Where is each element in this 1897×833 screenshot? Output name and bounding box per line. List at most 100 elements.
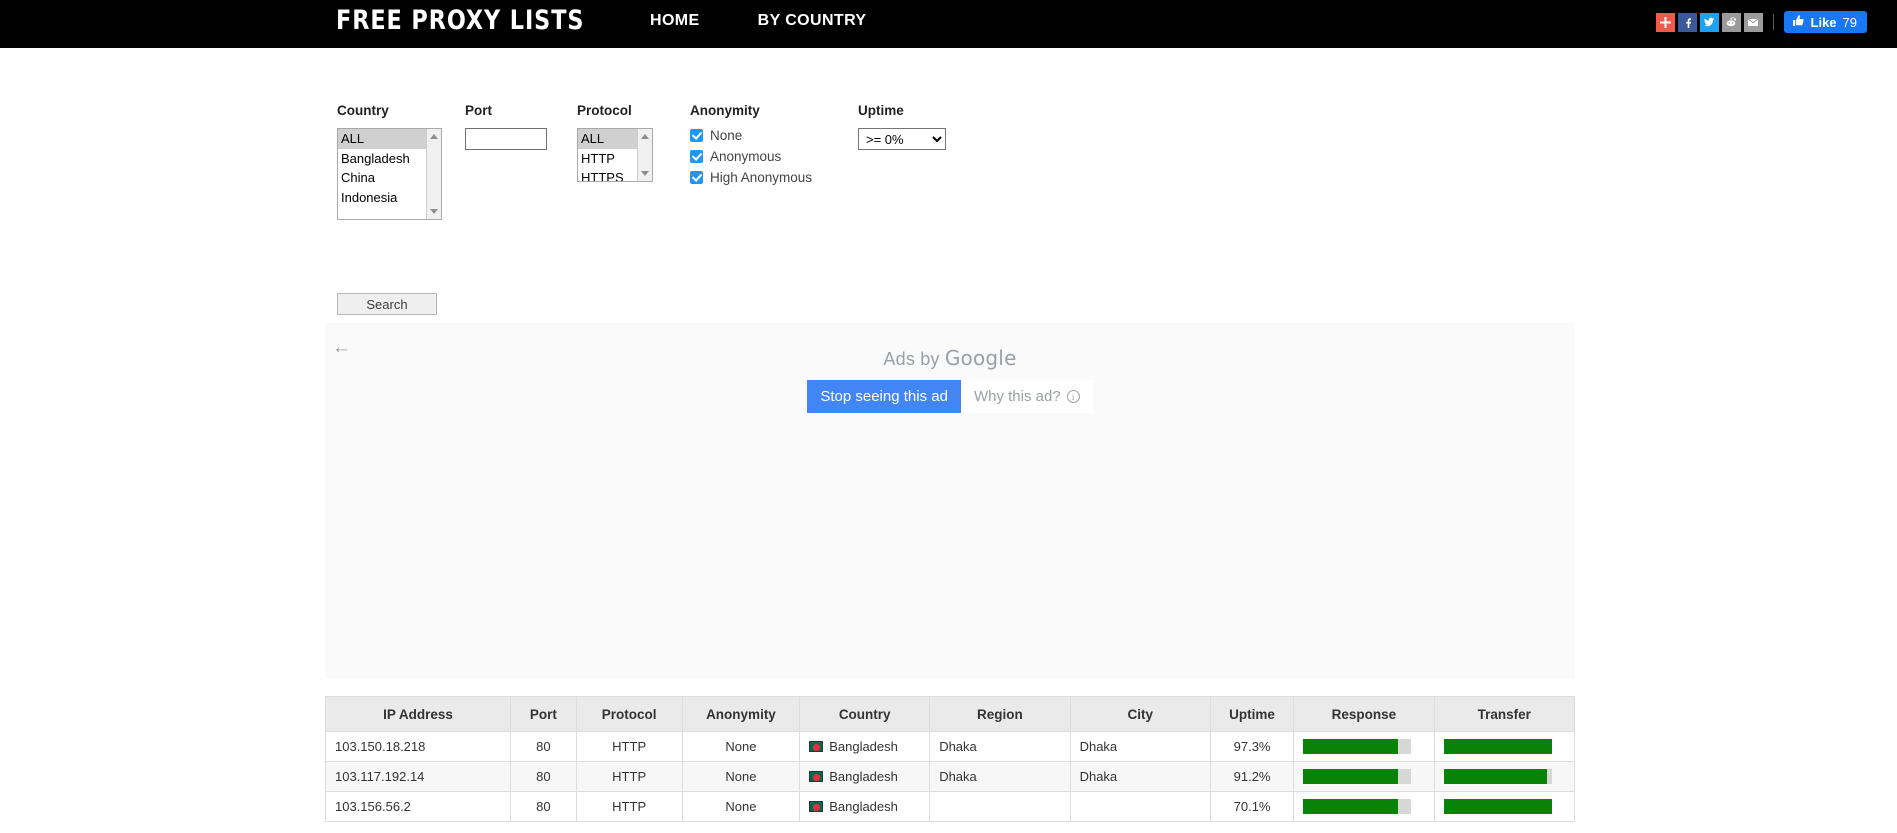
cell-port: 80 <box>510 731 577 762</box>
email-share-icon[interactable] <box>1743 12 1763 32</box>
like-count: 79 <box>1842 14 1857 30</box>
cell-transfer <box>1433 791 1576 822</box>
uptime-filter: Uptime >= 0% >= 25% >= 50% >= 75% >= 90% <box>858 103 946 150</box>
cell-country: Bangladesh <box>799 731 931 762</box>
table-row[interactable]: 103.117.192.14 80 HTTP None Bangladesh D… <box>324 761 1576 792</box>
cell-transfer <box>1433 731 1576 762</box>
column-header-ip-address[interactable]: IP Address <box>324 696 512 732</box>
anonymity-option-anonymous[interactable]: Anonymous <box>690 149 838 164</box>
table-head: IP Address Port Protocol Anonymity Count… <box>324 696 1576 732</box>
protocol-option-http[interactable]: HTTP <box>578 149 637 169</box>
google-ad-block: ← Ads by Google Stop seeing this ad Why … <box>325 323 1575 678</box>
site-logo[interactable]: FREE PROXY LISTS <box>336 5 584 36</box>
column-header-uptime[interactable]: Uptime <box>1209 696 1295 732</box>
twitter-share-icon[interactable] <box>1699 12 1719 32</box>
stop-seeing-ad-button[interactable]: Stop seeing this ad <box>807 380 961 413</box>
transfer-bar-fill <box>1443 739 1552 754</box>
reddit-share-icon[interactable] <box>1721 12 1741 32</box>
anonymity-anonymous-label: Anonymous <box>710 149 782 164</box>
transfer-bar-track <box>1443 769 1552 784</box>
country-option-bangladesh[interactable]: Bangladesh <box>338 149 426 169</box>
nav-item-by-country[interactable]: BY COUNTRY <box>758 12 867 30</box>
cell-ip-address: 103.156.56.2 <box>324 791 512 822</box>
social-divider <box>1772 14 1774 30</box>
country-option-china[interactable]: China <box>338 168 426 188</box>
bangladesh-flag-icon <box>809 771 824 782</box>
transfer-bar-track <box>1443 739 1552 754</box>
country-filter: Country ALL Bangladesh China Indonesia <box>337 103 442 220</box>
column-header-port[interactable]: Port <box>510 696 577 732</box>
cell-port: 80 <box>510 791 577 822</box>
anonymity-option-high-anonymous[interactable]: High Anonymous <box>690 170 838 185</box>
transfer-bar-fill <box>1443 799 1552 814</box>
column-header-city[interactable]: City <box>1069 696 1211 732</box>
addthis-share-icon[interactable] <box>1655 12 1675 32</box>
checkbox-checked-icon[interactable] <box>690 129 703 142</box>
column-header-transfer[interactable]: Transfer <box>1433 696 1576 732</box>
table-row[interactable]: 103.150.18.218 80 HTTP None Bangladesh D… <box>324 731 1576 762</box>
protocol-option-all[interactable]: ALL <box>578 129 637 149</box>
cell-ip-address: 103.150.18.218 <box>324 731 512 762</box>
anonymity-option-none[interactable]: None <box>690 128 838 143</box>
uptime-select[interactable]: >= 0% >= 25% >= 50% >= 75% >= 90% <box>858 128 946 150</box>
country-name: Bangladesh <box>829 769 898 784</box>
response-bar-track <box>1303 799 1412 814</box>
country-option-indonesia[interactable]: Indonesia <box>338 188 426 208</box>
cell-anonymity: None <box>681 761 801 792</box>
scroll-down-icon[interactable] <box>430 209 438 214</box>
ads-by-google-label: Ads by Google <box>325 346 1575 370</box>
site-header: FREE PROXY LISTS HOME BY COUNTRY Like 79 <box>0 0 1897 48</box>
cell-protocol: HTTP <box>575 761 683 792</box>
ads-by-prefix: Ads by <box>883 349 945 369</box>
country-scrollbar[interactable] <box>426 129 441 219</box>
column-header-anonymity[interactable]: Anonymity <box>681 696 801 732</box>
protocol-option-https[interactable]: HTTPS <box>578 168 637 181</box>
protocol-scrollbar[interactable] <box>637 129 652 181</box>
port-filter: Port <box>465 103 547 150</box>
cell-region <box>929 791 1071 822</box>
info-icon: i <box>1066 390 1080 403</box>
cell-city: Dhaka <box>1069 761 1211 792</box>
response-bar-track <box>1303 739 1412 754</box>
table-row[interactable]: 103.156.56.2 80 HTTP None Bangladesh 70.… <box>324 791 1576 822</box>
thumbs-up-icon <box>1792 14 1805 30</box>
port-input[interactable] <box>465 128 547 150</box>
scroll-up-icon[interactable] <box>430 134 438 139</box>
response-bar-track <box>1303 769 1412 784</box>
scroll-down-icon[interactable] <box>641 171 649 176</box>
column-header-protocol[interactable]: Protocol <box>575 696 683 732</box>
ad-action-buttons: Stop seeing this ad Why this ad? i <box>325 380 1575 413</box>
table-body: 103.150.18.218 80 HTTP None Bangladesh D… <box>324 731 1576 822</box>
cell-uptime: 91.2% <box>1209 761 1295 792</box>
anonymity-high-label: High Anonymous <box>710 170 813 185</box>
facebook-like-button[interactable]: Like 79 <box>1783 11 1867 33</box>
anonymity-label: Anonymity <box>690 103 760 118</box>
protocol-label: Protocol <box>577 103 632 118</box>
cell-uptime: 70.1% <box>1209 791 1295 822</box>
anonymity-none-label: None <box>710 128 743 143</box>
why-this-ad-button[interactable]: Why this ad? i <box>960 380 1093 413</box>
cell-country: Bangladesh <box>799 791 931 822</box>
country-option-all[interactable]: ALL <box>338 129 426 149</box>
column-header-country[interactable]: Country <box>799 696 931 732</box>
cell-city: Dhaka <box>1069 731 1211 762</box>
country-name: Bangladesh <box>829 799 898 814</box>
cell-protocol: HTTP <box>575 731 683 762</box>
checkbox-checked-icon[interactable] <box>690 171 703 184</box>
response-bar-fill <box>1303 769 1399 784</box>
cell-region: Dhaka <box>929 761 1071 792</box>
cell-region: Dhaka <box>929 731 1071 762</box>
column-header-response[interactable]: Response <box>1293 696 1435 732</box>
response-bar-fill <box>1303 799 1399 814</box>
protocol-select[interactable]: ALL HTTP HTTPS <box>577 128 653 182</box>
country-select[interactable]: ALL Bangladesh China Indonesia <box>337 128 442 220</box>
bangladesh-flag-icon <box>809 801 824 812</box>
filter-form: Country ALL Bangladesh China Indonesia P… <box>337 103 946 220</box>
nav-item-home[interactable]: HOME <box>650 12 700 30</box>
facebook-share-icon[interactable] <box>1677 12 1697 32</box>
port-label: Port <box>465 103 492 118</box>
column-header-region[interactable]: Region <box>929 696 1071 732</box>
search-button[interactable]: Search <box>337 293 437 315</box>
scroll-up-icon[interactable] <box>641 134 649 139</box>
checkbox-checked-icon[interactable] <box>690 150 703 163</box>
